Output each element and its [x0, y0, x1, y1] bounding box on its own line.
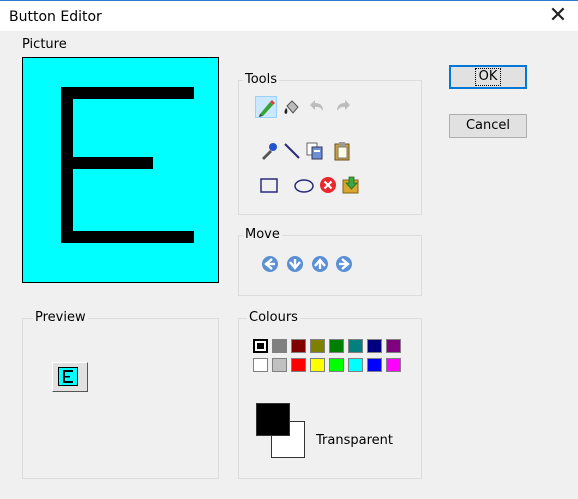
preview-title: Preview [33, 310, 88, 326]
transparent-label[interactable]: Transparent [316, 433, 393, 448]
copy-icon[interactable] [304, 140, 326, 162]
title-bar: Button Editor ✕ [0, 0, 578, 31]
line-icon[interactable] [281, 140, 303, 162]
ellipse-icon[interactable] [293, 174, 315, 196]
move-right-icon[interactable] [333, 253, 355, 275]
window-title: Button Editor [9, 9, 102, 25]
paste-icon[interactable] [331, 140, 353, 162]
ok-label: OK [474, 68, 502, 86]
pencil-icon[interactable] [255, 96, 277, 118]
colour-swatch[interactable] [310, 358, 325, 372]
eyedropper-icon[interactable] [258, 140, 280, 162]
move-title: Move [243, 227, 282, 243]
fill-bucket-icon[interactable] [281, 96, 303, 118]
ok-button[interactable]: OK [449, 65, 527, 89]
preview-group: Preview [22, 310, 219, 479]
tools-title: Tools [243, 72, 280, 88]
colour-swatch[interactable] [367, 339, 382, 353]
colour-swatch[interactable] [253, 358, 268, 372]
rectangle-icon[interactable] [258, 174, 280, 196]
preview-button[interactable] [52, 362, 88, 392]
import-icon[interactable] [340, 174, 362, 196]
colour-swatch[interactable] [386, 358, 401, 372]
move-down-icon[interactable] [284, 253, 306, 275]
colour-swatch[interactable] [291, 358, 306, 372]
colour-swatch[interactable] [386, 339, 401, 353]
close-icon[interactable]: ✕ [546, 4, 570, 28]
clear-icon[interactable] [317, 174, 339, 196]
move-left-icon[interactable] [259, 253, 281, 275]
colour-swatch[interactable] [329, 358, 344, 372]
picture-glyph [61, 87, 194, 243]
colours-title: Colours [247, 310, 300, 326]
colour-swatch[interactable] [272, 358, 287, 372]
undo-icon[interactable] [305, 96, 327, 118]
cancel-button[interactable]: Cancel [449, 114, 527, 138]
colour-swatch[interactable] [329, 339, 344, 353]
colour-swatch[interactable] [367, 358, 382, 372]
colour-swatch[interactable] [272, 339, 287, 353]
picture-canvas[interactable] [22, 57, 219, 283]
colour-swatch[interactable] [291, 339, 306, 353]
preview-glyph [63, 370, 73, 383]
redo-icon[interactable] [333, 96, 355, 118]
colour-swatch[interactable] [348, 358, 363, 372]
move-up-icon[interactable] [309, 253, 331, 275]
colour-swatch[interactable] [253, 339, 268, 353]
foreground-colour-swatch[interactable] [256, 403, 290, 436]
colour-swatch[interactable] [310, 339, 325, 353]
colour-swatch[interactable] [348, 339, 363, 353]
picture-label: Picture [22, 37, 67, 52]
preview-image [58, 367, 78, 386]
